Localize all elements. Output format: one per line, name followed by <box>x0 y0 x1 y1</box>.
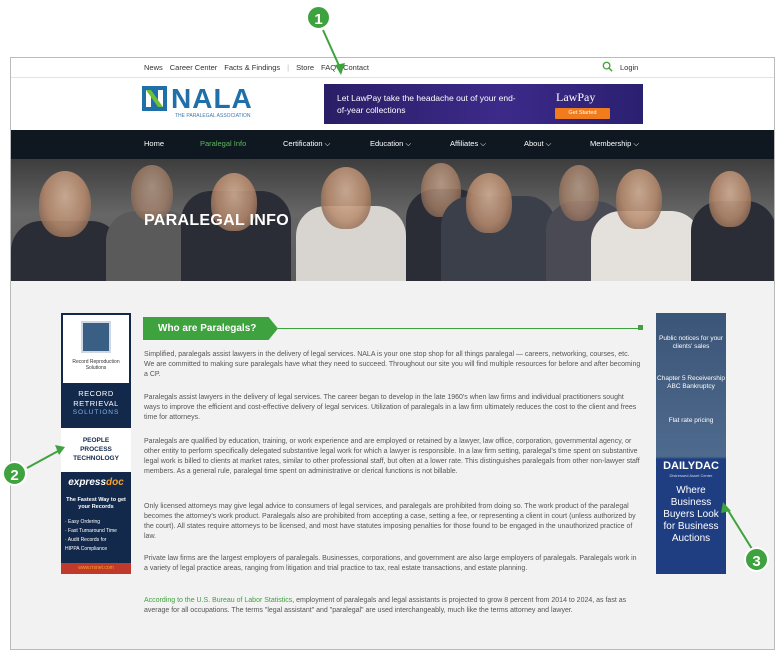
dailydac-logo: DAILYDAC <box>663 460 719 472</box>
nav-education[interactable]: Education ⌵ <box>370 139 411 149</box>
topbar-link-store[interactable]: Store <box>296 63 314 72</box>
topbar-separator: | <box>287 63 290 72</box>
topbar-link-facts-findings[interactable]: Facts & Findings <box>224 63 280 72</box>
rrs-solutions: SOLUTIONS <box>72 409 120 416</box>
nav-certification[interactable]: Certification ⌵ <box>283 139 330 149</box>
annotation-2: 2 <box>2 461 27 486</box>
dailydac-ad[interactable]: Public notices for your clients' sales C… <box>656 313 726 574</box>
dailydac-line-3: Flat rate pricing <box>668 417 714 424</box>
lawpay-brand: LawPay <box>556 90 596 104</box>
utility-links: News Career Center Facts & Findings | St… <box>144 63 369 72</box>
rrs-logo-box: Record Reproduction Solutions <box>63 315 129 383</box>
paragraph-2: Paralegals assist lawyers in the deliver… <box>144 394 637 421</box>
rrs-logo-icon <box>81 321 111 353</box>
dailydac-logo-sub: Distressed Asset Center <box>669 473 713 478</box>
bls-link[interactable]: According to the U.S. Bureau of Labor St… <box>144 597 292 604</box>
topbar-link-news[interactable]: News <box>144 63 163 72</box>
rrs-fast-text: The Fastest Way to get your Records <box>66 497 126 510</box>
paragraph-1: Simplified, paralegals assist lawyers in… <box>144 351 641 378</box>
hero-banner: PARALEGAL INFO <box>11 159 774 281</box>
login-link[interactable]: Login <box>620 63 638 72</box>
rrs-url: www.rrsnet.com <box>61 563 131 574</box>
nav-paralegal-info[interactable]: Paralegal Info <box>200 139 246 148</box>
search-icon[interactable] <box>602 61 613 72</box>
record-retrieval-ad[interactable]: Record Reproduction Solutions RECORD RET… <box>61 313 131 574</box>
main-nav: Home Paralegal Info Certification ⌵ Educ… <box>11 130 774 159</box>
logo-text: NALA <box>171 83 253 114</box>
site-header: NALA THE PARALEGAL ASSOCIATION Let LawPa… <box>11 78 774 130</box>
lawpay-ad-text: Let LawPay take the headache out of your… <box>337 93 516 115</box>
rrs-feature-list: · Easy Ordering · Fast Turnaround Time ·… <box>65 519 117 552</box>
paragraph-5: Private law firms are the largest employ… <box>144 555 637 572</box>
topbar-link-career-center[interactable]: Career Center <box>170 63 218 72</box>
heading-rule <box>278 328 641 329</box>
nav-home[interactable]: Home <box>144 139 164 148</box>
annotation-3: 3 <box>744 547 769 572</box>
nav-membership[interactable]: Membership ⌵ <box>590 139 639 149</box>
rrs-heading: RECORD RETRIEVAL <box>73 389 119 408</box>
rrs-small-text: Record Reproduction Solutions <box>72 359 120 371</box>
dailydac-line-2: Chapter 5 Receivership ABC Bankruptcy <box>657 375 725 390</box>
page-title: PARALEGAL INFO <box>144 212 289 229</box>
utility-bar: News Career Center Facts & Findings | St… <box>11 58 774 78</box>
get-started-button[interactable]: Get Started <box>555 108 610 119</box>
nav-about[interactable]: About ⌵ <box>524 139 551 149</box>
nala-logo[interactable]: NALA THE PARALEGAL ASSOCIATION <box>142 83 253 119</box>
lawpay-ad-banner[interactable]: Let LawPay take the headache out of your… <box>324 84 643 124</box>
expressdoc-logo: expressdoc <box>68 477 124 488</box>
annotation-1: 1 <box>306 5 331 30</box>
paragraph-4: Only licensed attorneys may give legal a… <box>144 503 636 540</box>
section-heading: Who are Paralegals? <box>143 317 278 340</box>
dailydac-slogan: Where Business Buyers Look for Business … <box>663 485 719 544</box>
dailydac-line-1: Public notices for your clients' sales <box>659 335 723 350</box>
rrs-tagline-box: PEOPLE PROCESS TECHNOLOGY <box>61 428 131 472</box>
topbar-link-contact[interactable]: Contact <box>343 63 369 72</box>
logo-tagline: THE PARALEGAL ASSOCIATION <box>175 113 251 119</box>
paragraph-3: Paralegals are qualified by education, t… <box>144 438 640 475</box>
topbar-link-faq[interactable]: FAQ <box>321 63 336 72</box>
paragraph-6: According to the U.S. Bureau of Labor St… <box>144 597 627 614</box>
nav-affiliates[interactable]: Affiliates ⌵ <box>450 139 486 149</box>
heading-rule-dot <box>638 325 643 330</box>
browser-page: News Career Center Facts & Findings | St… <box>10 57 775 650</box>
logo-mark-icon <box>142 86 167 111</box>
